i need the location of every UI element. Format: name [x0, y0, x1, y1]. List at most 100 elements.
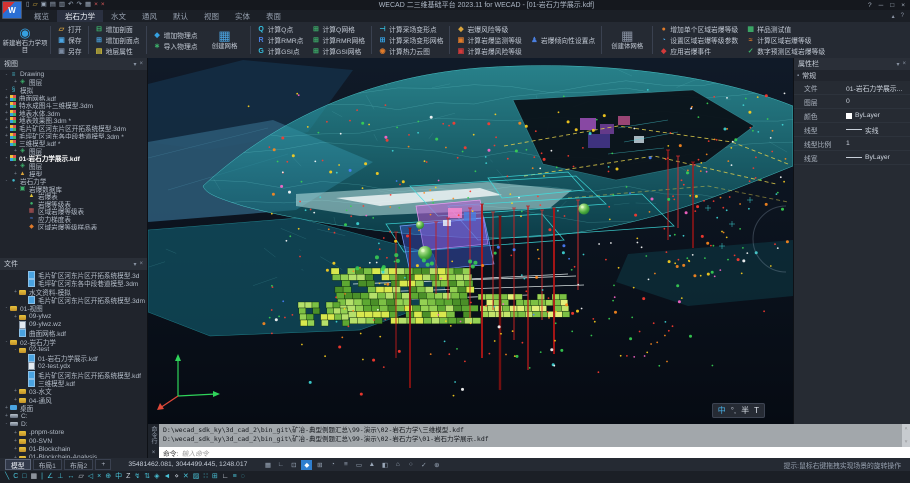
ribbon-button[interactable]: ✓数字预测区域岩爆等级 — [742, 46, 829, 56]
tree-item[interactable]: -02-test — [0, 346, 147, 354]
tree-item[interactable]: 毛片矿区河东片区开拓系统模型.3dm — [0, 296, 147, 304]
ribbon-button[interactable]: ♟岩爆倾向性设置点 — [526, 35, 599, 45]
expander-icon[interactable]: - — [3, 155, 10, 161]
close-icon[interactable]: × — [139, 61, 143, 68]
tree-item[interactable]: +▲模型 — [0, 170, 147, 178]
tree-item[interactable]: -§模拟 — [0, 86, 147, 94]
angle-readout-button[interactable]: °, — [731, 406, 736, 415]
close-x-icon[interactable]: ✕ — [183, 471, 189, 483]
layer-tool-icon[interactable]: ◈ — [154, 471, 159, 483]
expander-icon[interactable]: + — [12, 171, 19, 177]
osnap-toggle[interactable]: ◆ — [301, 460, 312, 470]
expander-icon[interactable]: + — [12, 388, 19, 394]
ribbon-button[interactable]: ▣保存 — [53, 35, 86, 45]
tree-item[interactable]: ≈应力梯度表 — [0, 215, 147, 223]
ribbon-button[interactable]: ⊣计算采场变形点 — [374, 24, 447, 34]
ribbon-button[interactable]: ⊞计算采场变形网格 — [374, 35, 447, 45]
tree-item[interactable]: ◆区域岩爆等级样品表 — [0, 223, 147, 231]
ribbon-button[interactable]: ⊞计算RMR网格 — [307, 35, 369, 45]
rect-icon[interactable]: □ — [22, 471, 26, 483]
property-row[interactable]: 线型比例1 — [794, 137, 910, 151]
polar-toggle[interactable]: ⊞ — [314, 460, 325, 470]
tab-视图[interactable]: 视图 — [196, 10, 227, 22]
tree-item[interactable]: +09-ylwz — [0, 312, 147, 320]
ribbon-button[interactable]: ▣计算岩爆风险等级 — [452, 46, 525, 56]
ribbon-button[interactable]: Q计算Q点 — [253, 24, 308, 34]
tree-item[interactable]: -01-视图 — [0, 304, 147, 312]
shade-style-button[interactable]: T — [754, 406, 759, 415]
open-file-button[interactable]: ▱ — [33, 0, 38, 10]
ribbon-button[interactable]: ▣另存 — [53, 46, 86, 56]
pin-icon[interactable]: ▾ — [133, 61, 136, 68]
units-toggle[interactable]: ○ — [405, 460, 416, 470]
tree-item[interactable]: +04-通风 — [0, 395, 147, 403]
grid-toggle-icon[interactable]: ⊞ — [212, 471, 218, 483]
tab-表面[interactable]: 表面 — [258, 10, 289, 22]
grid-toggle[interactable]: ▦ — [262, 460, 273, 470]
tree-item[interactable]: 曲面网格.kdf — [0, 329, 147, 337]
tree-item[interactable]: -三维模型.kdf * — [0, 139, 147, 147]
snap-center-icon[interactable]: ⊕ — [105, 471, 111, 483]
expander-icon[interactable]: + — [12, 163, 19, 169]
command-panel-tab[interactable]: 命令行 × — [148, 424, 159, 458]
expander-icon[interactable]: - — [12, 347, 19, 353]
circle-icon[interactable]: C — [13, 471, 18, 483]
save-file-button[interactable]: ▣ — [41, 0, 47, 10]
expander-icon[interactable]: - — [3, 72, 10, 78]
window-button-0[interactable]: ? — [868, 2, 872, 9]
tree-item[interactable]: +00-SVN — [0, 437, 147, 445]
expander-icon[interactable]: + — [12, 438, 19, 444]
close-icon[interactable]: × — [902, 61, 906, 68]
tree-item[interactable]: +◈图层 — [0, 162, 147, 170]
expander-icon[interactable]: + — [3, 117, 10, 123]
layout-tab-布局1[interactable]: 布局1 — [33, 459, 62, 470]
ribbon-button[interactable]: ▤地层属性 — [91, 46, 144, 56]
expander-icon[interactable]: + — [12, 79, 19, 85]
ribbon-button[interactable]: ▱打开 — [53, 24, 86, 34]
clean-icon[interactable]: ◌ — [241, 471, 245, 483]
transparency-toggle[interactable]: ▭ — [353, 460, 364, 470]
mirror-icon[interactable]: ◁ — [88, 471, 93, 483]
ribbon-button[interactable]: ≈计算区域岩爆等级 — [742, 35, 829, 45]
ribbon-button[interactable]: ●增加单个区域岩爆等级 — [655, 24, 742, 34]
workspace-toggle[interactable]: ⌂ — [392, 460, 403, 470]
property-row[interactable]: 线型实线 — [794, 123, 910, 137]
ribbon-button[interactable]: ◉计算热力云图 — [374, 46, 447, 56]
tree-item[interactable]: +特水成图斗三维模型.3dm — [0, 101, 147, 109]
view-panel-controls[interactable]: ▾× — [133, 61, 143, 68]
ribbon-button[interactable]: ◆应用岩爆事件 — [655, 46, 742, 56]
layout-tab-模型[interactable]: 模型 — [5, 459, 31, 470]
ortho-toggle[interactable]: ∟ — [275, 460, 286, 470]
tree-item[interactable]: 三维模型.kdf — [0, 379, 147, 387]
tabbar-icon-0[interactable]: ▴ — [892, 13, 895, 20]
tree-item[interactable]: ●岩爆等级表 — [0, 200, 147, 208]
divider-icon[interactable]: | — [41, 471, 43, 483]
tree-item[interactable]: +毛坪矿区河东各中段巷道模型.3dm * — [0, 132, 147, 140]
expander-icon[interactable]: + — [3, 133, 10, 139]
tree-item[interactable]: 毛片矿区河东片区开拓系统模型.3d — [0, 271, 147, 279]
tab-岩石力学[interactable]: 岩石力学 — [57, 10, 103, 22]
tree-item[interactable]: +03-水文 — [0, 387, 147, 395]
tree-item[interactable]: -●岩石力学 — [0, 177, 147, 185]
tree-item[interactable]: +地表水体.3dm — [0, 109, 147, 117]
ribbon-big-button[interactable]: ▦创建体网格 — [604, 23, 650, 57]
isolate-toggle[interactable]: ✓ — [418, 460, 429, 470]
pin-icon[interactable]: ▾ — [896, 61, 899, 68]
property-row[interactable]: 图层0 — [794, 95, 910, 109]
tree-item[interactable]: -01-岩石力学展示.kdf — [0, 155, 147, 163]
mesh-icon[interactable]: ▦ — [31, 471, 38, 483]
window-button-3[interactable]: × — [901, 2, 905, 9]
ribbon-button[interactable]: ⊞计算GSI网格 — [307, 46, 369, 56]
half-display-button[interactable]: 半 — [741, 405, 749, 416]
redo-button[interactable]: ↷ — [77, 0, 82, 10]
command-history[interactable]: ˄˅ D:\wecad_sdk_ky\3d_cad_2\bin_git\矿冶-典… — [159, 424, 910, 447]
ribbon-button[interactable]: ⊟增加剖面 — [91, 24, 144, 34]
tree-item[interactable]: 01-岩石力学展示.kdf — [0, 354, 147, 362]
print-button[interactable]: ▥ — [59, 0, 65, 10]
expander-icon[interactable]: - — [3, 140, 10, 146]
tree-item[interactable]: ▦区域岩爆等级表 — [0, 208, 147, 216]
3d-viewport[interactable]: 中°,半T — [148, 58, 793, 424]
lineweight-toggle[interactable]: ≡ — [340, 460, 351, 470]
tree-item[interactable]: +曲面网格.kdf — [0, 94, 147, 102]
property-row[interactable]: 线宽ByLayer — [794, 151, 910, 165]
